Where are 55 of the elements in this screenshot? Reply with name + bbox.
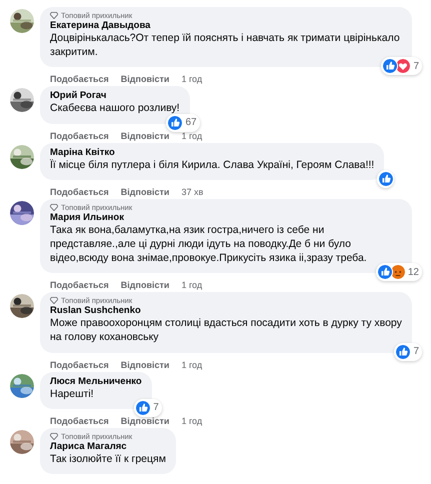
- comment-action-link[interactable]: Подобається: [50, 186, 109, 197]
- comment-action-link[interactable]: Подобається: [50, 130, 109, 141]
- like-icon: [378, 170, 394, 187]
- like-icon: [382, 58, 398, 74]
- comment-text: Її місце біля путлера і біля Кирила. Слава Україні, Героям Слава!!!: [50, 158, 374, 172]
- reaction-count: 7: [153, 402, 159, 414]
- author-name[interactable]: Ruslan Sushchenko: [50, 305, 402, 316]
- comment-action-link[interactable]: Відповісти: [120, 280, 170, 290]
- author-name[interactable]: Мария Ильинок: [50, 212, 402, 223]
- comment-text: Так ізолюйте її к грецям: [50, 452, 166, 466]
- reaction-count: 7: [413, 346, 419, 358]
- reactions-badge[interactable]: 7: [394, 342, 422, 361]
- diamond-icon: [50, 432, 58, 440]
- heart-icon: [395, 58, 412, 74]
- comment-text: Може правоохоронцям столиці вдасться посадити хоть в дурку ту хвору на голову кохановську: [50, 316, 402, 345]
- author-name[interactable]: Юрий Рогач: [50, 90, 180, 102]
- reactions-badge[interactable]: 7: [134, 398, 162, 417]
- comment-text: Нарешті!: [50, 386, 95, 401]
- comment-action-link[interactable]: Відповісти: [120, 130, 170, 141]
- comment-time[interactable]: 1 год: [181, 280, 202, 290]
- comment-action-link[interactable]: Подобається: [50, 360, 109, 370]
- comment-action-link[interactable]: Відповісти: [120, 74, 170, 84]
- comment-text: Доцвірінькалась?От тепер їй пояснять і навчать як тримати цвірінькало закритим.: [50, 31, 401, 60]
- like-icon: [376, 264, 393, 280]
- diamond-icon: [50, 297, 58, 304]
- comment-action-link[interactable]: Відповісти: [120, 416, 170, 426]
- like-icon: [167, 114, 184, 131]
- comment-action-link[interactable]: Подобається: [50, 280, 109, 290]
- diamond-icon: [50, 204, 58, 211]
- like-icon: [135, 400, 152, 416]
- diamond-icon: [50, 12, 58, 19]
- comment-action-link[interactable]: Відповісти: [120, 186, 170, 197]
- comment-action-link[interactable]: Відповісти: [120, 360, 170, 370]
- comment-action-link[interactable]: Подобається: [50, 416, 109, 426]
- comment-time[interactable]: 1 год: [181, 74, 202, 84]
- reaction-count: 67: [185, 117, 197, 128]
- comment-action-link[interactable]: Подобається: [50, 74, 109, 84]
- reaction-count: 12: [408, 266, 419, 278]
- author-name[interactable]: Маріна Квітко: [50, 146, 374, 158]
- author-name[interactable]: Лариса Магаляс: [50, 440, 166, 452]
- comment-time[interactable]: 1 год: [181, 360, 202, 370]
- reactions-badge[interactable]: 12: [376, 263, 422, 282]
- reaction-count: 7: [413, 60, 419, 72]
- author-name[interactable]: Люся Мельниченко: [50, 376, 142, 387]
- reactions-badge[interactable]: [377, 170, 394, 188]
- reactions-badge[interactable]: 67: [166, 114, 200, 132]
- comment-time[interactable]: 37 хв: [181, 186, 204, 197]
- comment-time[interactable]: 1 год: [181, 416, 202, 426]
- comment-time[interactable]: 1 год: [181, 130, 202, 141]
- comment-text: Скабеєва нашого розливу!: [50, 101, 180, 116]
- angry-emoji-icon: [390, 264, 406, 280]
- comment-text: Така як вона,баламутка,на язик гостра,ничего із себе ни представляе.,але ці дурні люди ідуть на поводку.Де б ни було відео,всюду вона знімае,провокуе.Прикусіть язика іі,зразу треба.: [50, 222, 368, 266]
- reactions-badge[interactable]: 7: [381, 57, 422, 76]
- author-name[interactable]: Екатерина Давыдова: [50, 20, 402, 31]
- like-icon: [395, 344, 412, 360]
